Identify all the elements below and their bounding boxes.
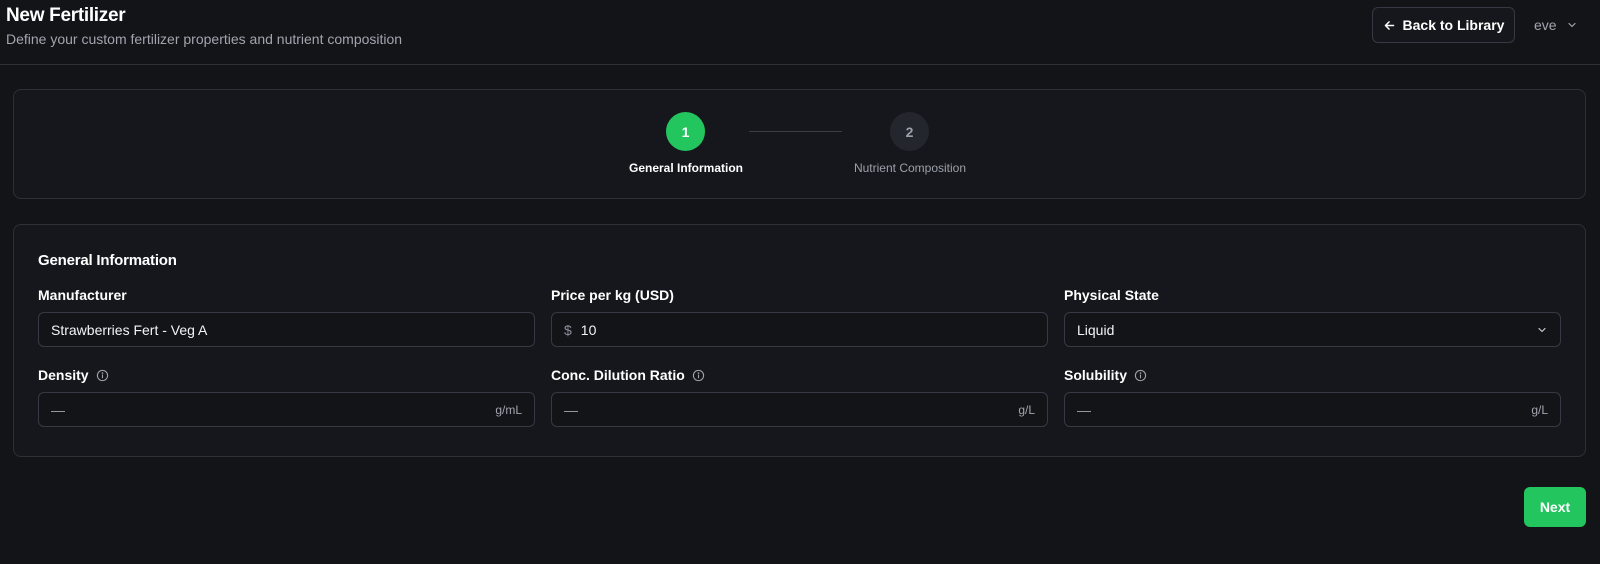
density-label-text: Density <box>38 367 89 383</box>
info-icon[interactable] <box>96 369 109 382</box>
density-unit: g/mL <box>495 402 522 417</box>
step-1-indicator[interactable]: 1 <box>666 112 705 151</box>
dilution-unit: g/L <box>1018 402 1035 417</box>
solubility-placeholder: — <box>1077 401 1091 418</box>
step-connector <box>749 131 842 132</box>
manufacturer-label: Manufacturer <box>38 287 127 303</box>
physical-state-select[interactable]: Liquid <box>1064 312 1561 347</box>
step-2-label: Nutrient Composition <box>853 161 967 175</box>
currency-prefix: $ <box>564 321 572 338</box>
info-icon[interactable] <box>1134 369 1147 382</box>
section-title: General Information <box>38 252 177 269</box>
solubility-unit: g/L <box>1531 402 1548 417</box>
physical-state-value: Liquid <box>1077 321 1115 338</box>
page-subtitle: Define your custom fertilizer properties… <box>6 31 403 47</box>
arrow-left-icon <box>1384 20 1394 30</box>
stepper-card: 1 2 General Information Nutrient Composi… <box>13 89 1586 199</box>
user-menu[interactable]: eve <box>1534 14 1578 36</box>
dilution-label-text: Conc. Dilution Ratio <box>551 367 685 383</box>
density-label: Density <box>38 367 109 383</box>
price-label-text: Price per kg (USD) <box>551 287 674 303</box>
solubility-label-text: Solubility <box>1064 367 1127 383</box>
general-information-card: General Information Manufacturer Strawbe… <box>13 224 1586 457</box>
manufacturer-value: Strawberries Fert - Veg A <box>51 321 208 338</box>
page-title: New Fertilizer <box>6 5 126 26</box>
back-to-library-label: Back to Library <box>1402 17 1505 33</box>
density-placeholder: — <box>51 401 65 418</box>
price-value: 10 <box>580 321 597 338</box>
info-icon[interactable] <box>692 369 705 382</box>
manufacturer-label-text: Manufacturer <box>38 287 127 303</box>
dilution-placeholder: — <box>564 401 578 418</box>
dilution-label: Conc. Dilution Ratio <box>551 367 705 383</box>
solubility-label: Solubility <box>1064 367 1147 383</box>
physical-state-label-text: Physical State <box>1064 287 1159 303</box>
price-label: Price per kg (USD) <box>551 287 674 303</box>
user-name: eve <box>1534 17 1557 33</box>
density-input[interactable]: — g/mL <box>38 392 535 427</box>
step-2-indicator[interactable]: 2 <box>890 112 929 151</box>
chevron-down-icon <box>1567 22 1576 28</box>
physical-state-label: Physical State <box>1064 287 1159 303</box>
step-1-label: General Information <box>628 161 744 175</box>
price-input[interactable]: $ 10 <box>551 312 1048 347</box>
next-button[interactable]: Next <box>1524 487 1586 527</box>
dilution-input[interactable]: — g/L <box>551 392 1048 427</box>
page-header: New Fertilizer Define your custom fertil… <box>0 0 1600 65</box>
solubility-input[interactable]: — g/L <box>1064 392 1561 427</box>
chevron-down-icon <box>1538 327 1546 332</box>
manufacturer-input[interactable]: Strawberries Fert - Veg A <box>38 312 535 347</box>
back-to-library-button[interactable]: Back to Library <box>1372 7 1515 43</box>
